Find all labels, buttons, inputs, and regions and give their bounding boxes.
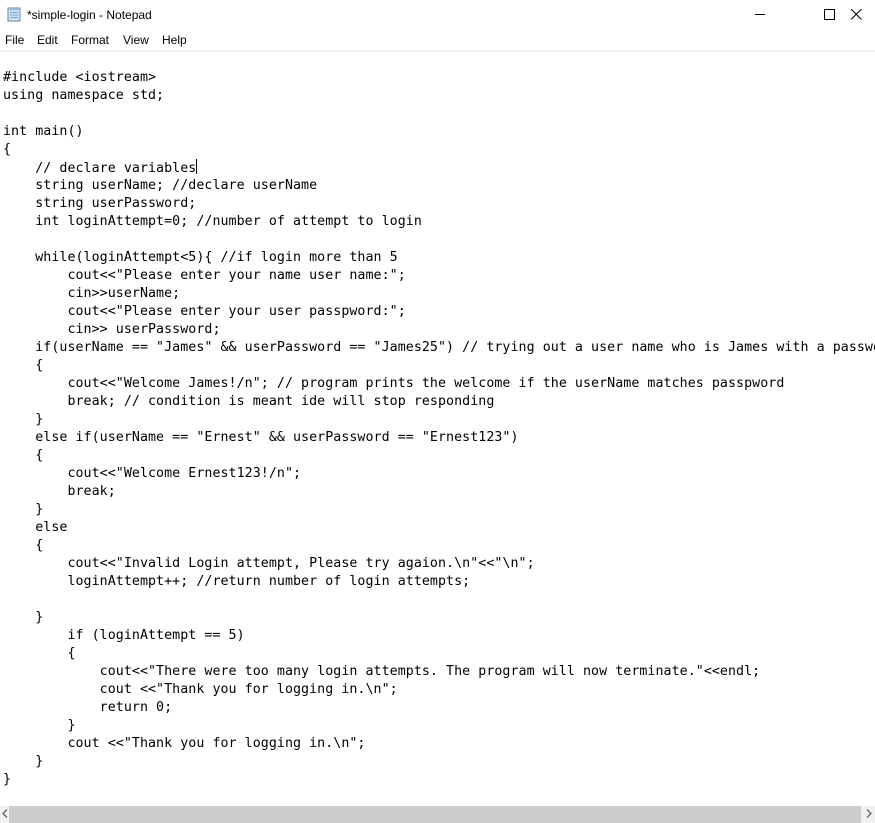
code-line[interactable]: } [3,717,875,735]
code-line[interactable]: { [3,645,875,663]
code-line[interactable]: cin>> userPassword; [3,321,875,339]
code-line[interactable] [3,591,875,609]
scroll-thumb[interactable] [9,806,861,823]
code-line[interactable]: } [3,609,875,627]
code-line[interactable]: cout <<"Thank you for logging in.\n"; [3,735,875,753]
menu-file[interactable]: File [5,33,24,47]
code-line[interactable]: } [3,501,875,519]
menu-format[interactable]: Format [71,33,109,47]
code-line[interactable]: break; // condition is meant ide will st… [3,393,875,411]
code-line[interactable]: int loginAttempt=0; //number of attempt … [3,213,875,231]
code-line[interactable]: } [3,411,875,429]
chevron-right-icon [866,808,872,821]
code-line[interactable]: string userName; //declare userName [3,177,875,195]
code-line[interactable]: } [3,753,875,771]
code-line[interactable]: cout<<"Please enter your user passpword:… [3,303,875,321]
code-line[interactable]: cout<<"Invalid Login attempt, Please try… [3,555,875,573]
menu-help[interactable]: Help [162,33,187,47]
horizontal-scrollbar[interactable] [0,806,875,823]
code-line[interactable]: { [3,537,875,555]
code-line[interactable]: } [3,771,875,789]
code-line[interactable]: return 0; [3,699,875,717]
code-line[interactable]: // declare variables [3,159,875,177]
code-line[interactable]: cout<<"There were too many login attempt… [3,663,875,681]
code-line[interactable]: if(userName == "James" && userPassword =… [3,339,875,357]
code-line[interactable]: cout<<"Please enter your name user name:… [3,267,875,285]
minimize-button[interactable] [737,0,783,31]
menu-edit[interactable]: Edit [37,33,58,47]
code-line[interactable]: else [3,519,875,537]
code-line[interactable]: if (loginAttempt == 5) [3,627,875,645]
maximize-button[interactable] [806,0,852,31]
code-line[interactable]: while(loginAttempt<5){ //if login more t… [3,249,875,267]
maximize-icon [823,7,835,25]
title-bar: *simple-login - Notepad [0,0,875,31]
code-line[interactable] [3,105,875,123]
code-line[interactable]: #include <iostream> [3,69,875,87]
code-line[interactable] [3,231,875,249]
window-title: *simple-login - Notepad [27,8,152,22]
code-line[interactable]: string userPassword; [3,195,875,213]
text-caret [196,159,198,174]
close-icon [850,7,862,25]
chevron-left-icon [1,808,8,821]
minimize-icon [754,7,766,25]
close-button[interactable] [850,0,875,31]
code-text[interactable]: #include <iostream> using namespace std; i… [3,69,875,789]
scroll-left-button[interactable] [0,806,9,823]
text-editor[interactable]: #include <iostream> using namespace std; i… [0,52,875,806]
code-line[interactable]: cout<<"Welcome Ernest123!/n"; [3,465,875,483]
scroll-right-button[interactable] [862,806,875,823]
code-line[interactable]: else if(userName == "Ernest" && userPass… [3,429,875,447]
code-line[interactable]: cin>>userName; [3,285,875,303]
code-line[interactable]: loginAttempt++; //return number of login… [3,573,875,591]
code-line[interactable]: int main() [3,123,875,141]
code-line[interactable]: break; [3,483,875,501]
code-line[interactable]: cout<<"Welcome James!/n"; // program pri… [3,375,875,393]
code-line[interactable]: using namespace std; [3,87,875,105]
code-line[interactable]: { [3,357,875,375]
code-line[interactable]: { [3,447,875,465]
menu-view[interactable]: View [123,33,149,47]
menu-bar: File Edit Format View Help [0,31,875,50]
code-line[interactable]: cout <<"Thank you for logging in.\n"; [3,681,875,699]
notepad-icon [7,7,21,22]
code-line[interactable]: { [3,141,875,159]
